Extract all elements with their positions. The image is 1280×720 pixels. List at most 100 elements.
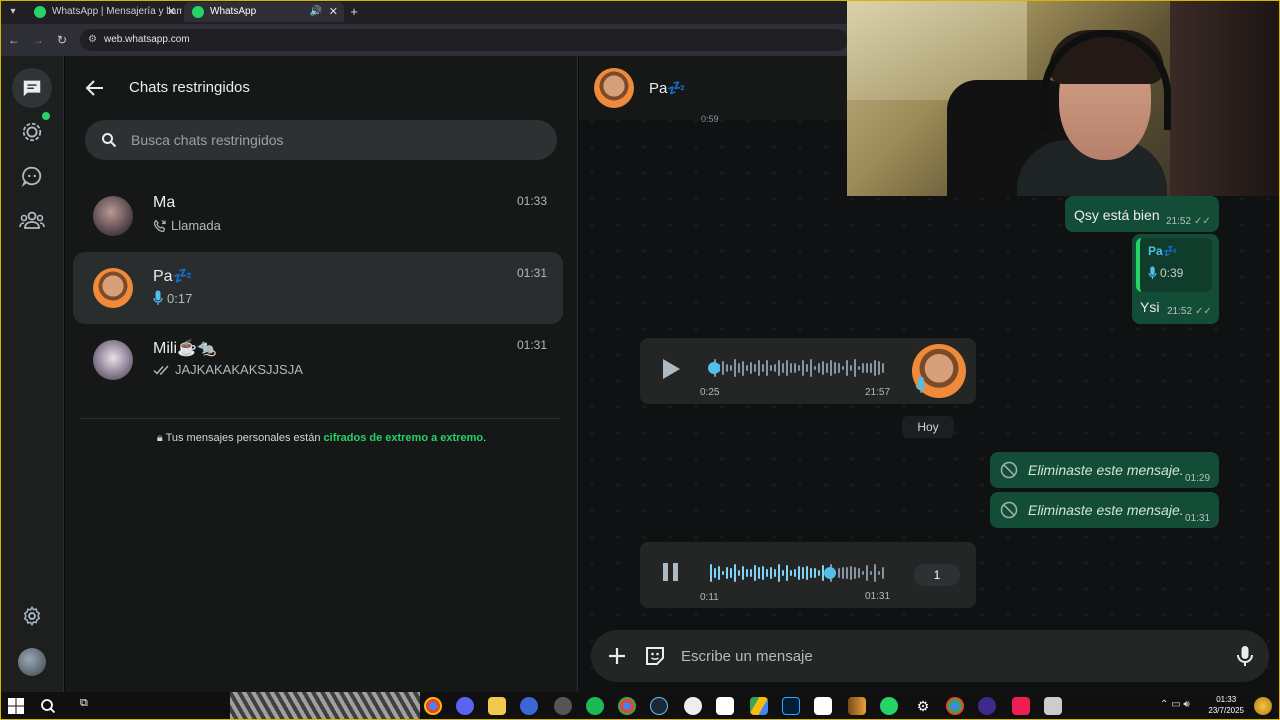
message-outgoing-reply[interactable]: Pa💤 0:39 Ysi 21:52 ✓✓ — [1132, 234, 1219, 324]
photoshop-icon[interactable] — [782, 697, 800, 715]
chats-icon — [23, 80, 41, 97]
voice-duration: 0:25 — [700, 387, 720, 398]
call-icon — [153, 219, 166, 232]
message-outgoing[interactable]: Qsy está bien 21:52 ✓✓ — [1065, 196, 1219, 232]
tab-list-button[interactable]: ▾ — [4, 4, 22, 20]
back-arrow-icon[interactable] — [83, 76, 107, 100]
waveform-bar — [730, 568, 732, 578]
waveform-bar — [794, 568, 796, 578]
chat-preview: JAJKAKAKAKSJJSJA — [153, 362, 303, 377]
communities-button[interactable] — [12, 200, 52, 240]
speaker-icon[interactable]: 🔊 — [310, 2, 322, 22]
waveform-bar — [810, 359, 812, 377]
capcut-icon[interactable] — [814, 697, 832, 715]
system-tray-icons[interactable]: ⌃ ▭ 🔊︎ — [1160, 699, 1190, 710]
close-tab-icon[interactable]: ✕ — [167, 2, 176, 22]
capcut-icon[interactable] — [716, 697, 734, 715]
quoted-message[interactable]: Pa💤 0:39 — [1136, 238, 1212, 292]
voice-waveform[interactable] — [710, 358, 884, 378]
new-tab-button[interactable]: + — [346, 2, 362, 22]
chat-preview-text: Llamada — [171, 218, 221, 233]
pause-icon[interactable] — [662, 562, 680, 582]
gear-icon[interactable]: ⚙ — [914, 697, 932, 715]
chrome-icon[interactable] — [946, 697, 964, 715]
app-icon[interactable] — [848, 697, 866, 715]
spotify-icon[interactable] — [586, 697, 604, 715]
quoted-author: Pa💤 — [1148, 244, 1178, 258]
browser-tab-whatsapp-home[interactable]: WhatsApp | Mensajería y llama ✕ — [26, 2, 182, 22]
waveform-bar — [858, 567, 860, 579]
waveform-bar — [726, 566, 728, 580]
waveform-bar — [882, 567, 884, 579]
profile-avatar[interactable] — [18, 648, 46, 676]
message-text: Eliminaste este mensaje. — [1028, 502, 1184, 518]
forward-icon[interactable]: → — [30, 32, 46, 48]
play-icon[interactable] — [660, 357, 682, 381]
discord-icon[interactable] — [456, 697, 474, 715]
task-view-icon[interactable]: ⧉ — [80, 697, 88, 710]
chrome-icon[interactable] — [618, 697, 636, 715]
chat-row-pa[interactable]: Pa💤 01:31 0:17 — [73, 252, 563, 324]
deleted-message[interactable]: Eliminaste este mensaje. 01:31 — [990, 492, 1219, 528]
reload-icon[interactable]: ↻ — [54, 32, 70, 48]
browser-tab-whatsapp[interactable]: WhatsApp 🔊 ✕ — [184, 2, 344, 22]
back-icon[interactable]: ← — [6, 32, 22, 48]
calculator-icon[interactable] — [1044, 697, 1062, 715]
channels-button[interactable] — [12, 156, 52, 196]
contact-avatar[interactable] — [594, 68, 634, 108]
app-icon[interactable] — [684, 697, 702, 715]
message-time: 21:52 — [1167, 306, 1193, 317]
close-tab-icon[interactable]: ✕ — [329, 2, 338, 22]
message-composer — [591, 630, 1269, 682]
message-time: 01:31 — [865, 591, 891, 602]
chat-row-ma[interactable]: Ma 01:33 Llamada — [73, 180, 563, 252]
waveform-bar — [858, 366, 860, 370]
webcam-curtain — [1170, 0, 1280, 196]
search-input[interactable] — [131, 120, 531, 160]
deleted-message[interactable]: Eliminaste este mensaje. 01:29 — [990, 452, 1219, 488]
waveform-bar — [862, 362, 864, 374]
site-settings-icon[interactable]: ⚙ — [88, 29, 97, 51]
chats-button[interactable] — [12, 68, 52, 108]
app-icon[interactable] — [520, 697, 538, 715]
chat-time: 01:33 — [516, 194, 547, 208]
clock[interactable]: 01:33 23/7/2025 — [1208, 694, 1244, 716]
waveform-bar — [738, 363, 740, 373]
channels-icon — [21, 166, 42, 187]
waveform-bar — [874, 360, 876, 376]
app-icon[interactable] — [978, 697, 996, 715]
sticker-icon[interactable] — [643, 644, 667, 668]
voice-message-playing[interactable]: 0:11 01:31 1 — [640, 542, 976, 608]
address-bar[interactable]: ⚙ web.whatsapp.com — [80, 29, 848, 51]
waveform-bar — [786, 360, 788, 376]
chat-preview: Llamada — [153, 218, 221, 233]
file-explorer-icon[interactable] — [488, 697, 506, 715]
search-box[interactable] — [85, 120, 557, 160]
chat-row-mili[interactable]: Mili☕🐀 01:31 JAJKAKAKAKSJJSJA — [73, 324, 563, 396]
waveform-bar — [806, 364, 808, 372]
windows-start-icon[interactable] — [8, 698, 24, 714]
search-icon[interactable] — [40, 698, 56, 714]
tiktok-icon[interactable] — [1012, 697, 1030, 715]
voice-message-incoming[interactable]: 0:25 21:57 — [640, 338, 976, 404]
steam-icon[interactable] — [650, 697, 668, 715]
playback-knob[interactable] — [824, 567, 836, 579]
voice-waveform[interactable] — [710, 563, 884, 583]
webcam-overlay — [847, 0, 1280, 196]
settings-button[interactable] — [12, 596, 52, 636]
playback-speed-button[interactable]: 1 — [914, 564, 960, 586]
playback-knob[interactable] — [708, 362, 720, 374]
chrome-icon[interactable] — [424, 697, 442, 715]
plus-icon[interactable] — [605, 644, 629, 668]
contact-name[interactable]: Pa💤 — [649, 79, 686, 97]
app-icon[interactable] — [554, 697, 572, 715]
day-separator: Hoy — [902, 416, 954, 438]
notification-avatar-icon[interactable] — [1254, 697, 1272, 715]
google-drive-icon[interactable] — [750, 697, 768, 715]
message-meta: 21:52 ✓✓ — [1166, 216, 1211, 227]
clock-time: 01:33 — [1216, 695, 1237, 704]
mic-icon[interactable] — [1233, 644, 1257, 668]
message-input[interactable] — [681, 630, 1221, 682]
encryption-link[interactable]: cifrados de extremo a extremo — [324, 432, 484, 444]
whatsapp-icon[interactable] — [880, 697, 898, 715]
